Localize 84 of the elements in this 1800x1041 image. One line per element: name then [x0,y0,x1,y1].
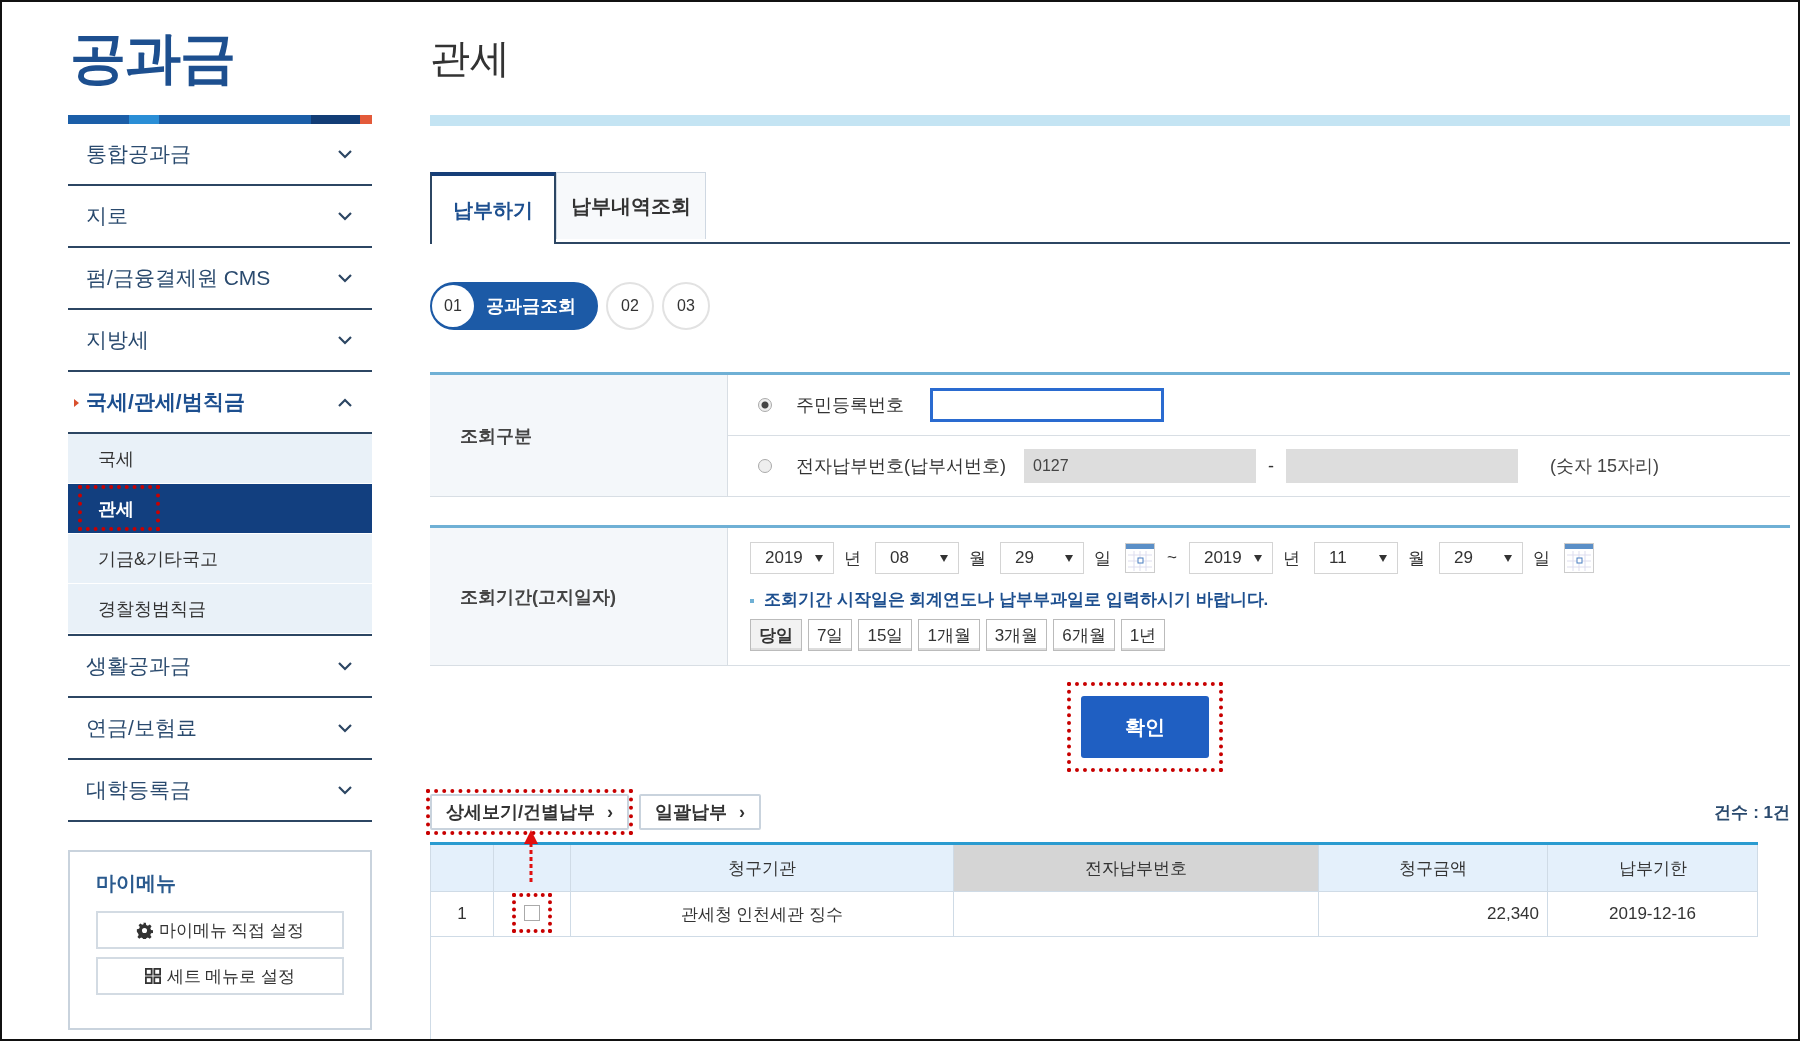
grid-icon [144,968,161,984]
gear-icon [135,921,153,939]
action-button[interactable]: 상세보기/건별납부 › [430,794,629,830]
radio-button[interactable] [758,398,772,412]
tab[interactable]: 납부내역조회 [556,172,706,239]
column-header: 청구기관 [570,843,954,892]
submenu-item[interactable]: 관세 [68,484,372,534]
step-indicator: 03 [662,282,710,330]
dropdown[interactable]: 29 [1000,542,1084,574]
caret-icon [815,554,823,562]
column-header: 전자납부번호 [953,843,1319,892]
option-label: 전자납부번호(납부서번호) [796,455,1006,478]
unit-label: 월 [969,547,986,570]
option-label: 주민등록번호 [796,394,904,417]
menu-item[interactable]: 지로 [68,186,372,248]
submenu-item[interactable]: 국세 [68,434,372,484]
calendar-icon[interactable] [1563,543,1594,573]
logo-title: 공과금 [69,24,236,91]
unit-label: 월 [1407,547,1425,570]
table-cell: 1 [430,891,494,937]
range-button[interactable]: 7일 [808,619,853,651]
table-cell: 22,340 [1318,891,1548,937]
my-menu-title: 마이메뉴 [96,871,177,896]
chevron-down-icon [338,723,352,733]
step-indicator: 01 공과금조회 [430,282,598,330]
dropdown[interactable]: 11 [1313,542,1398,574]
field-label: 조회구분 [430,375,728,496]
dropdown[interactable]: 2019 [750,542,834,574]
submenu-item[interactable]: 경찰청범칙금 [68,584,372,634]
chevron-down-icon [338,661,352,671]
dropdown[interactable]: 2019 [1188,542,1273,574]
caret-icon [1378,554,1387,562]
caret-icon [1065,554,1073,562]
hint-text: (숫자 15자리) [1550,455,1659,478]
checkbox[interactable] [524,904,540,921]
menu-item[interactable]: 지방세 [68,310,372,372]
dropdown[interactable]: 29 [1438,542,1523,574]
unit-label: 년 [844,547,861,570]
range-button[interactable]: 3개월 [985,619,1048,651]
unit-label: 년 [1282,547,1300,570]
annotation-arrow [523,830,539,882]
unit-label: 일 [1094,547,1111,570]
table-cell: 관세청 인천세관 징수 [570,891,954,937]
menu-item[interactable]: 대학등록금 [68,760,372,822]
column-header: 납부기한 [1547,843,1758,892]
chevron-down-icon [338,149,352,159]
caret-icon [1503,554,1512,562]
range-button[interactable]: 15일 [858,619,913,651]
chevron-down-icon [338,785,352,795]
table-cell: 2019-12-16 [1547,891,1758,937]
menu-item[interactable]: 펌/금융결제원 CMS [68,248,372,310]
page-title: 관세 [430,35,511,82]
chevron-down-icon [338,335,352,345]
chevron-down-icon [338,211,352,221]
separator-text: - [1267,455,1275,477]
input-field[interactable] [930,388,1164,422]
step-indicator: 02 [606,282,654,330]
caret-icon [1253,554,1262,562]
menu-setting-button[interactable]: 세트 메뉴로 설정 [96,957,344,995]
chevron-up-icon [338,397,352,407]
range-button[interactable]: 1년 [1120,619,1166,651]
menu-item[interactable]: 생활공과금 [68,636,372,698]
notice-text: 조회기간 시작일은 회계연도나 납부부과일로 입력하시기 바랍니다. [728,574,1790,611]
menu-item[interactable]: 연금/보험료 [68,698,372,760]
tab[interactable]: 납부하기 [430,172,556,244]
field-label: 조회기간(고지일자) [430,528,728,665]
unit-label: 일 [1532,547,1550,570]
calendar-icon[interactable] [1125,543,1155,573]
menu-setting-button[interactable]: 마이메뉴 직접 설정 [96,911,344,949]
confirm-button[interactable]: 확인 [1081,696,1209,758]
action-button[interactable]: 일괄납부 › [639,794,761,830]
radio-button[interactable] [758,459,772,473]
separator-text: ~ [1166,548,1178,568]
dropdown[interactable]: 08 [875,542,959,574]
column-header: 청구금액 [1318,843,1548,892]
range-button[interactable]: 6개월 [1053,619,1115,651]
result-count: 건수 : 1건 [1714,801,1790,824]
chevron-down-icon [338,273,352,283]
menu-item[interactable]: 통합공과금 [68,124,372,186]
caret-icon [940,554,948,562]
submenu-item[interactable]: 기금&기타국고 [68,534,372,584]
range-button[interactable]: 1개월 [918,619,980,651]
range-button[interactable]: 당일 [750,619,802,651]
bullet-icon [74,399,79,407]
